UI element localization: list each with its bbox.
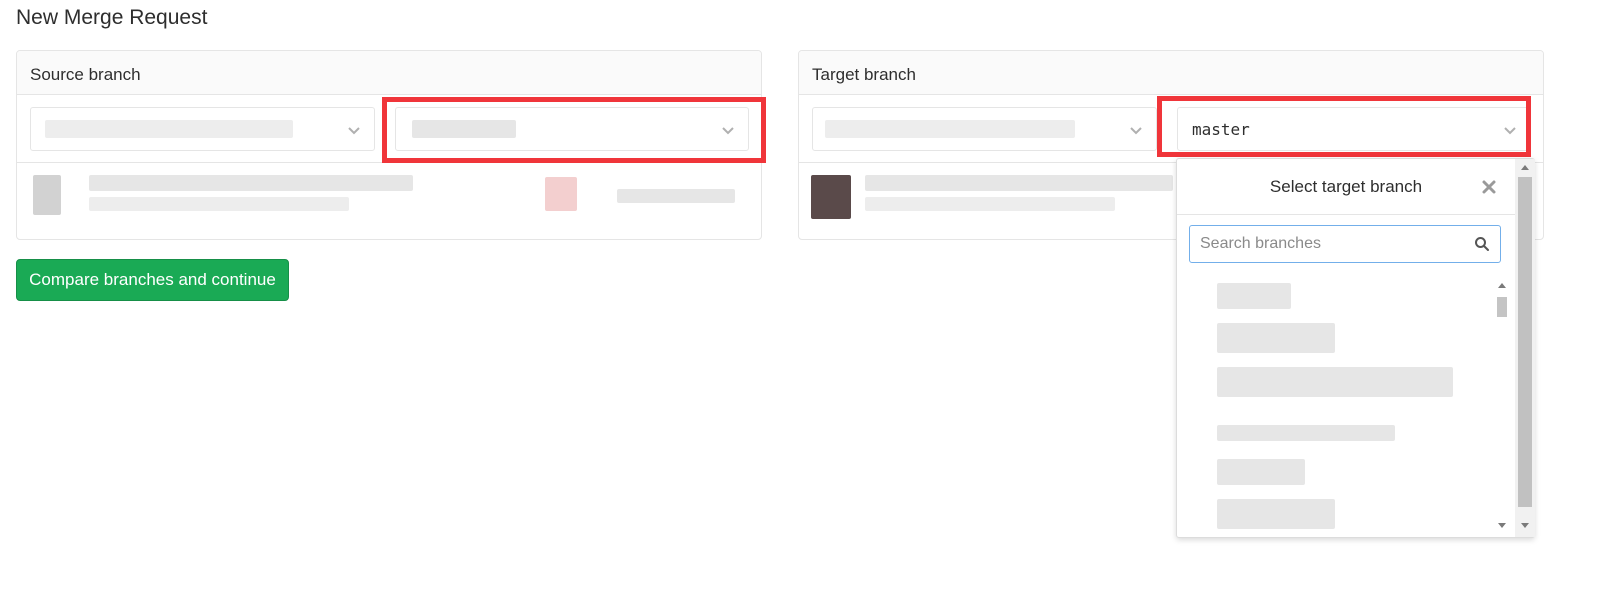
branch-list-item[interactable] [1217, 323, 1337, 353]
source-branch-select[interactable] [395, 107, 749, 151]
branch-list-item[interactable] [1217, 283, 1297, 313]
source-commit-avatar [33, 175, 61, 215]
target-branch-select[interactable]: master [1177, 107, 1531, 151]
target-commit-message [865, 175, 1173, 191]
branch-item-redacted [1217, 499, 1335, 529]
close-icon[interactable] [1477, 175, 1501, 199]
target-branch-dropdown: Select target branch [1176, 158, 1535, 538]
target-project-select[interactable] [812, 107, 1157, 151]
dropdown-scroll-thumb[interactable] [1518, 177, 1532, 507]
branch-item-redacted [1217, 425, 1395, 441]
branch-search-box [1189, 225, 1501, 263]
branch-list-scrollbar[interactable] [1495, 279, 1509, 531]
target-commit-meta [865, 197, 1115, 211]
target-branch-heading: Target branch [799, 51, 1543, 95]
branch-item-redacted [1217, 459, 1305, 485]
branch-search-input[interactable] [1190, 226, 1470, 262]
chevron-down-icon [348, 127, 360, 135]
target-project-redacted [825, 120, 1075, 138]
source-branch-heading: Source branch [17, 51, 761, 95]
scroll-down-arrow-icon[interactable] [1498, 523, 1506, 528]
source-branch-redacted [412, 120, 516, 138]
source-commit-label [545, 177, 577, 211]
search-icon [1475, 237, 1489, 251]
branch-list-scroll-thumb[interactable] [1497, 297, 1507, 317]
target-branch-selectors: master [799, 95, 1543, 163]
source-commit-message [89, 175, 413, 191]
scroll-down-arrow-icon[interactable] [1521, 523, 1529, 528]
source-project-select[interactable] [30, 107, 375, 151]
branch-item-redacted [1217, 323, 1335, 353]
source-commit-info [17, 163, 761, 239]
source-commit-sha [617, 189, 735, 203]
branch-list-item[interactable] [1217, 459, 1307, 489]
chevron-down-icon [722, 127, 734, 135]
target-branch-value: master [1192, 120, 1250, 139]
branch-list-item[interactable] [1217, 499, 1337, 529]
scroll-up-arrow-icon[interactable] [1498, 283, 1506, 288]
target-commit-avatar [811, 175, 851, 219]
branch-item-redacted [1217, 283, 1291, 309]
branch-list-item[interactable] [1217, 367, 1457, 397]
chevron-down-icon [1504, 127, 1516, 135]
compare-branches-button[interactable]: Compare branches and continue [16, 259, 289, 301]
source-branch-panel: Source branch [16, 50, 762, 240]
source-branch-selectors [17, 95, 761, 163]
source-commit-meta [89, 197, 349, 211]
branch-item-redacted [1217, 367, 1453, 397]
branch-list [1177, 275, 1515, 535]
chevron-down-icon [1130, 127, 1142, 135]
dropdown-scrollbar[interactable] [1515, 159, 1535, 537]
branch-list-item[interactable] [1217, 425, 1397, 455]
page-title: New Merge Request [16, 6, 208, 29]
dropdown-title: Select target branch [1177, 159, 1515, 215]
scroll-up-arrow-icon[interactable] [1521, 165, 1529, 170]
source-project-redacted [45, 120, 293, 138]
